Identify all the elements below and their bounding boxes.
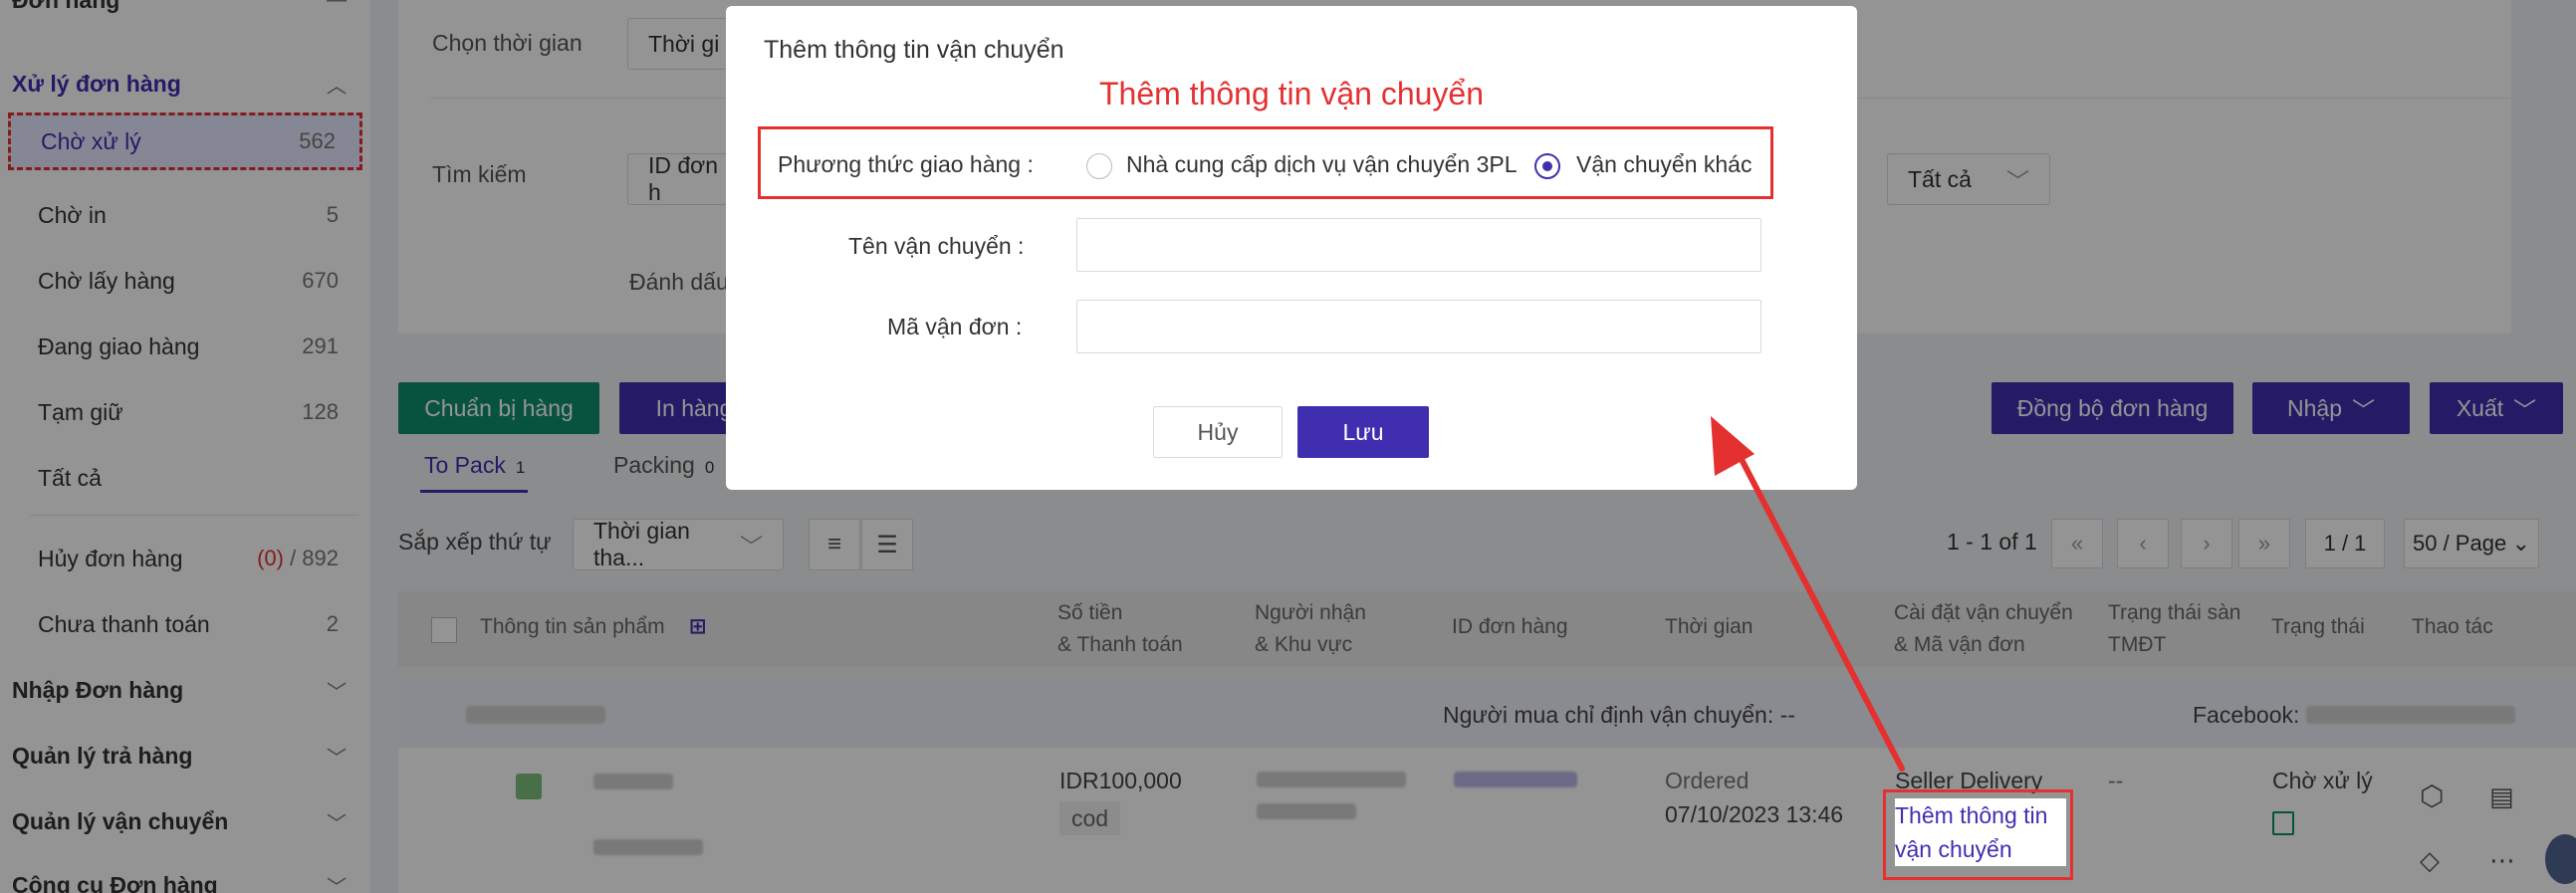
radio-3pl[interactable]	[1086, 153, 1112, 179]
save-button[interactable]: Lưu	[1297, 406, 1429, 458]
tracking-number-label: Mã vận đơn :	[887, 314, 1023, 339]
modal-title: Thêm thông tin vận chuyển	[764, 36, 1064, 64]
cancel-button[interactable]: Hủy	[1153, 406, 1283, 458]
annotation-caption: Thêm thông tin vận chuyển	[1098, 76, 1484, 112]
carrier-name-input[interactable]	[1076, 218, 1761, 272]
radio-other-label[interactable]: Vận chuyển khác	[1576, 151, 1752, 178]
tracking-number-input[interactable]	[1076, 300, 1761, 353]
carrier-name-label: Tên vận chuyển :	[848, 233, 1025, 259]
radio-3pl-label[interactable]: Nhà cung cấp dịch vụ vận chuyển 3PL	[1126, 151, 1518, 178]
add-shipping-info-modal: Thêm thông tin vận chuyển Thêm thông tin…	[726, 6, 1857, 490]
annotation-highlight-link	[1883, 789, 2073, 880]
shipping-method-label: Phương thức giao hàng :	[778, 151, 1034, 177]
radio-other-shipping[interactable]	[1534, 153, 1560, 179]
